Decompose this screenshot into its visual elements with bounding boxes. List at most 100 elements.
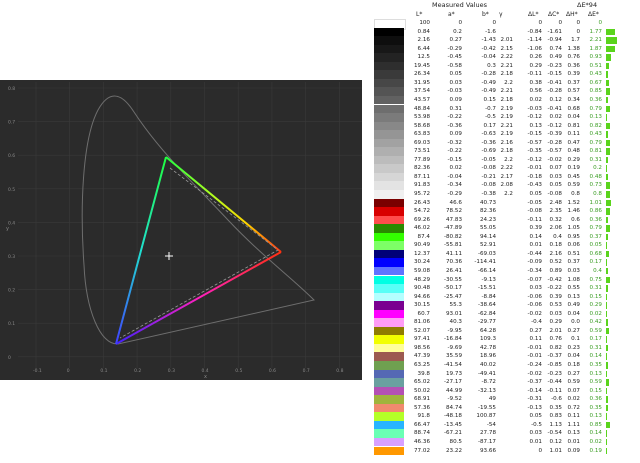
cell-a: 55.3 [449, 302, 462, 309]
color-swatch [374, 78, 404, 88]
cell-L: 57.36 [413, 404, 430, 411]
table-row: 39.8 19.73 -49.41 -0.02 -0.23 0.27 0.13 [372, 369, 640, 379]
cell-a: 0.02 [449, 165, 462, 172]
table-row: 88.74 -67.21 27.78 0.03 -0.54 0.13 0.14 [372, 429, 640, 438]
delta-e-bar [606, 45, 616, 53]
delta-e-bar [606, 447, 607, 454]
cell-a: -30.55 [443, 276, 462, 283]
delta-e-bar [606, 96, 608, 104]
table-row: 98.56 -9.69 42.78 -0.01 0.82 0.23 0.31 [372, 343, 640, 353]
cell-L: 73.51 [413, 148, 430, 155]
cell-g: 2.18 [500, 96, 513, 103]
cell-dE: 0.79 [589, 105, 602, 112]
table-row: 52.07 -9.95 64.28 0.27 2.01 0.27 0.59 [372, 326, 640, 336]
cell-g: 2.2 [504, 79, 513, 86]
x-tick-label: 0.7 [303, 368, 310, 374]
delta-e-bar [606, 173, 609, 181]
cell-L: 90.49 [413, 242, 430, 249]
table-row: 63.83 0.09 -0.63 2.19 -0.15 -0.39 0.11 0.43 [372, 130, 640, 139]
cell-dE: 0.14 [589, 353, 602, 360]
cell-L: 94.66 [413, 293, 430, 300]
gamut-edge-green-red [165, 156, 282, 253]
delta-e-bar [606, 225, 610, 232]
color-swatch [374, 95, 404, 105]
color-swatch [374, 190, 404, 199]
delta-e-bar [606, 285, 608, 292]
cell-g: 2.15 [500, 45, 513, 52]
table-row: 87.4 -80.82 94.14 0.14 0.4 0.95 0.37 [372, 232, 640, 242]
cell-a: 35.59 [445, 353, 462, 360]
table-row: 94.66 -25.47 -8.84 -0.06 0.39 0.13 0.15 [372, 292, 640, 302]
color-swatch [374, 275, 404, 284]
cell-b: 100.87 [476, 413, 496, 420]
cell-dE: 0.17 [589, 259, 602, 266]
table-row: 60.7 93.01 -62.84 -0.02 0.03 0.04 0.02 [372, 309, 640, 319]
delta-e-bar [606, 191, 610, 198]
cell-dE: 0.8 [593, 191, 602, 197]
cell-a: -67.21 [443, 430, 462, 437]
cell-dE: 0.42 [589, 319, 602, 326]
cell-L: 52.07 [413, 327, 430, 334]
cell-dE: 0.59 [589, 327, 602, 334]
cell-g: 2.21 [500, 122, 513, 129]
delta-e-bar [606, 250, 610, 258]
y-tick-label: 0.3 [8, 254, 15, 260]
cell-a: 0.09 [449, 96, 462, 103]
table-row: 69.26 47.83 24.23 -0.11 0.32 0.6 0.36 [372, 215, 640, 225]
color-swatch [374, 343, 404, 353]
cell-dE: 0.51 [589, 62, 602, 69]
color-swatch [374, 27, 404, 37]
color-swatch [374, 429, 404, 438]
cell-b: -66.14 [477, 267, 496, 274]
cell-a: 84.74 [445, 404, 462, 411]
cell-L: 98.56 [413, 344, 430, 351]
cell-a: 0.03 [449, 79, 462, 86]
table-row: 31.95 0.03 -0.49 2.2 0.38 -0.41 0.37 0.67 [372, 78, 640, 88]
delta-e-bar [606, 319, 609, 326]
delta-e-bar [606, 139, 610, 147]
spectral-locus [81, 95, 315, 345]
table-row: 48.84 0.31 -0.7 2.19 -0.03 -0.41 0.68 0.79 [372, 104, 640, 113]
cell-g: 2.19 [500, 105, 513, 112]
table-row: 77.02 23.22 93.66 0 1.01 0.09 0.19 [372, 446, 640, 455]
table-row: 26.43 46.6 40.73 -0.05 2.48 1.52 1.01 [372, 198, 640, 208]
cell-L: 48.84 [413, 105, 430, 112]
cell-L: 91.8 [417, 413, 430, 420]
cell-g: 2.17 [500, 173, 513, 180]
cell-b: 82.36 [479, 208, 496, 215]
y-axis-label: y [6, 226, 9, 232]
color-swatch [374, 121, 404, 131]
delta-e-bar [606, 233, 608, 241]
white-point-marker [165, 252, 173, 260]
cell-L: 63.25 [413, 362, 430, 368]
color-swatch [374, 395, 404, 404]
delta-e-bar [606, 302, 608, 309]
cell-a: -0.04 [447, 173, 462, 180]
gamut-edge-red-blue [115, 251, 282, 345]
cell-dE: 0.35 [589, 404, 602, 411]
cell-a: 0.31 [449, 105, 462, 112]
cell-L: 95.72 [413, 191, 430, 197]
color-swatch [374, 207, 404, 216]
delta-e-bar [606, 327, 609, 335]
delta-e-bar [606, 267, 608, 275]
color-swatch [374, 241, 404, 250]
color-swatch [374, 147, 404, 156]
cell-b: 93.66 [479, 447, 496, 454]
y-tick-label: 0.2 [8, 288, 15, 294]
table-row: 6.44 -0.29 -0.42 2.15 -1.06 0.74 1.38 1.87 [372, 44, 640, 54]
delta-e-bar [606, 421, 611, 429]
table-row: 91.8 -48.18 100.87 0.05 0.83 0.11 0.13 [372, 412, 640, 421]
cell-L: 68.91 [413, 396, 430, 403]
y-tick-label: 0.6 [8, 153, 15, 159]
color-swatch [374, 181, 404, 190]
color-swatch [374, 284, 404, 293]
cell-b: 18.96 [479, 353, 496, 360]
cell-dE: 0.05 [589, 242, 602, 249]
cell-dE: 0.67 [589, 79, 602, 86]
table-row: 12.37 41.11 -69.03 -0.44 2.16 0.51 0.68 [372, 249, 640, 259]
table-row: 12.5 -0.45 -0.04 2.22 0.26 0.49 0.76 0.93 [372, 53, 640, 62]
table-row: 30.24 70.36 -114.41 -0.09 0.52 0.37 0.17 [372, 258, 640, 267]
color-swatch [374, 318, 404, 327]
cell-L: 82.36 [413, 165, 430, 172]
